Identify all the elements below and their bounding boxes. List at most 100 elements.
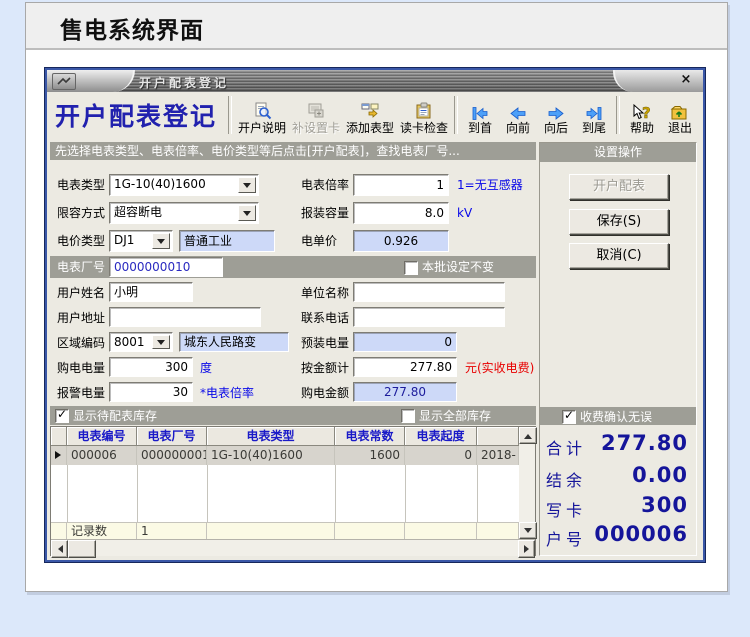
col-header[interactable]: 电表厂号 [137, 427, 207, 446]
doc-magnifier-icon [252, 101, 272, 121]
account-no-value: 000006 [594, 522, 688, 546]
purchase-amount-value: 277.80 [353, 382, 457, 402]
record-count-value: 1 [137, 522, 207, 539]
company-input[interactable] [353, 282, 505, 302]
footer-cell [207, 522, 335, 539]
dialog-title: 开户配表登记 [139, 76, 230, 90]
close-button[interactable]: × [678, 72, 694, 88]
supplement-card-button: 补设置卡 [289, 92, 343, 138]
alarm-energy-input[interactable]: 30 [109, 382, 193, 402]
capacity-input[interactable]: 8.0 [353, 202, 449, 224]
phone-input[interactable] [353, 307, 505, 327]
table-cell[interactable]: 1600 [335, 446, 405, 465]
col-header[interactable]: 电表类型 [207, 427, 335, 446]
chevron-down-icon[interactable] [152, 335, 170, 349]
show-pending-checkbox[interactable] [55, 407, 69, 423]
user-name-input[interactable]: 小明 [109, 282, 193, 302]
help-button[interactable]: ? 帮助 [623, 92, 661, 138]
page-card: 售电系统界面 开户配表登记 × 开户配表登记 开户说明 补设置卡 添加表型 读卡… [25, 2, 728, 592]
batch-keep-checkbox[interactable] [404, 261, 418, 275]
col-header[interactable]: 电表起度 [405, 427, 477, 446]
total-value: 277.80 [600, 431, 688, 455]
chevron-down-icon[interactable] [238, 177, 256, 193]
scrollbar-thumb [68, 540, 96, 558]
alarm-energy-note: *电表倍率 [200, 386, 255, 400]
clipboard-icon [414, 101, 434, 121]
show-pending-label: 显示待配表库存 [73, 409, 158, 423]
user-name-label: 用户姓名 [57, 286, 106, 300]
table-cell[interactable]: 000006 [67, 446, 137, 465]
go-next-button[interactable]: 向后 [537, 92, 575, 138]
table-cell[interactable]: 1G-10(40)1600 [207, 446, 335, 465]
area-code-combo[interactable]: 8001 [109, 332, 173, 352]
meter-ratio-input[interactable]: 1 [353, 174, 449, 196]
price-type-combo[interactable]: DJ1 [109, 230, 173, 252]
go-last-button[interactable]: 到尾 [575, 92, 613, 138]
factory-no-label: 电表厂号 [57, 260, 106, 274]
account-no-label: 户号 [546, 530, 587, 549]
footer-cell [477, 522, 519, 539]
exit-button[interactable]: 退出 [661, 92, 699, 138]
address-input[interactable] [109, 307, 261, 327]
stock-table: 电表编号 电表厂号 电表类型 电表常数 电表起度 000006 00000000… [50, 426, 537, 558]
meter-type-value: 1G-10(40)1600 [114, 177, 206, 191]
meter-type-combo[interactable]: 1G-10(40)1600 [109, 174, 259, 196]
go-prev-button[interactable]: 向前 [499, 92, 537, 138]
balance-label: 结余 [546, 471, 587, 490]
page-title: 售电系统界面 [60, 18, 204, 44]
vertical-scrollbar[interactable] [519, 427, 537, 539]
total-label: 合计 [546, 439, 587, 458]
go-first-button[interactable]: 到首 [461, 92, 499, 138]
settings-panel: 设置操作 开户配表 保存(S) 取消(C) 收费确认无误 合计 277.80 结… [539, 142, 697, 556]
meter-type-label: 电表类型 [57, 178, 106, 192]
horizontal-scrollbar[interactable] [51, 539, 535, 558]
open-help-button[interactable]: 开户说明 [235, 92, 289, 138]
limit-mode-label: 限容方式 [57, 206, 106, 220]
by-amount-note: 元(实收电费) [465, 361, 535, 375]
page-header: 售电系统界面 [26, 3, 727, 50]
dialog-window: 开户配表登记 × 开户配表登记 开户说明 补设置卡 添加表型 读卡检查 到首 向… [45, 68, 705, 562]
show-all-checkbox[interactable] [401, 409, 415, 423]
table-cell[interactable]: 0 [405, 446, 477, 465]
footer-indicator-cell [51, 522, 67, 539]
col-header[interactable]: 电表编号 [67, 427, 137, 446]
empty-rows-area [51, 465, 519, 522]
preload-energy-value: 0 [353, 332, 457, 352]
col-header[interactable] [477, 427, 519, 446]
add-boxes-icon [360, 101, 380, 121]
purchase-energy-label: 购电电量 [57, 361, 106, 375]
purchase-energy-input[interactable]: 300 [109, 357, 193, 377]
purchase-energy-unit: 度 [200, 361, 213, 375]
last-arrow-icon [584, 101, 604, 121]
price-type-label: 电价类型 [57, 234, 106, 248]
write-card-label: 写卡 [546, 501, 587, 520]
address-label: 用户地址 [57, 311, 106, 325]
chevron-down-icon[interactable] [238, 205, 256, 221]
next-arrow-icon [546, 101, 566, 121]
add-meter-type-button[interactable]: 添加表型 [343, 92, 397, 138]
capacity-unit: kV [457, 206, 473, 220]
read-card-check-button[interactable]: 读卡检查 [397, 92, 451, 138]
preload-energy-label: 预装电量 [301, 336, 350, 350]
limit-mode-combo[interactable]: 超容断电 [109, 202, 259, 224]
phone-label: 联系电话 [301, 311, 350, 325]
fee-confirm-label: 收费确认无误 [580, 410, 653, 424]
save-button[interactable]: 保存(S) [569, 209, 669, 235]
table-cell[interactable]: 0000000010 [137, 446, 207, 465]
col-header[interactable]: 电表常数 [335, 427, 405, 446]
fee-confirm-checkbox[interactable] [562, 408, 576, 424]
toolbar-separator [228, 96, 232, 134]
limit-mode-value: 超容断电 [114, 205, 163, 219]
factory-no-input[interactable]: 0000000010 [109, 257, 223, 277]
footer-cell [405, 522, 477, 539]
by-amount-input[interactable]: 277.80 [353, 357, 457, 377]
alarm-energy-label: 报警电量 [57, 386, 106, 400]
toolbar-separator [616, 96, 620, 134]
dialog-titlebar[interactable]: 开户配表登记 × [47, 70, 703, 92]
chevron-down-icon[interactable] [152, 233, 170, 249]
row-indicator [51, 446, 67, 465]
record-count-label: 记录数 [67, 522, 137, 539]
table-cell[interactable]: 2018- [477, 446, 519, 465]
cancel-button[interactable]: 取消(C) [569, 243, 669, 269]
area-code-label: 区域编码 [57, 336, 106, 350]
